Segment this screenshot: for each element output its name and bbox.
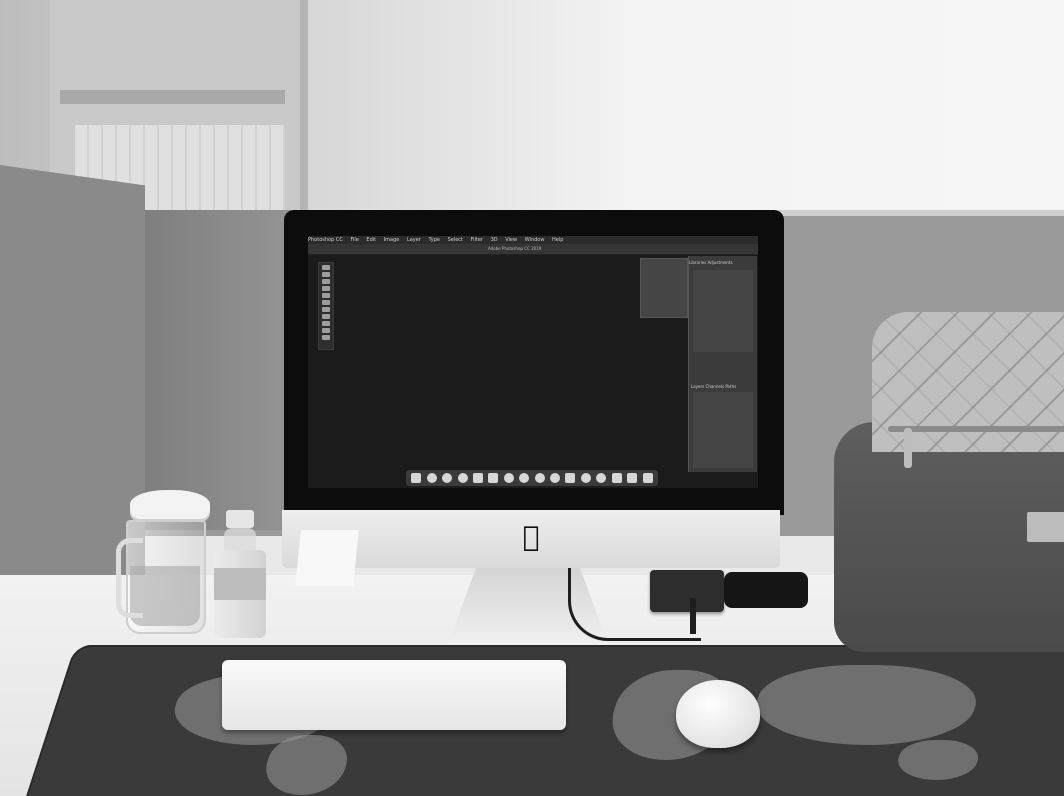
menu-item[interactable]: Window [525,237,545,243]
right-panel-dock: Libraries Adjustments Layers Channels Pa… [688,256,757,472]
layers-tabs: Layers Channels Paths [691,384,736,389]
tab-paths[interactable]: Paths [725,384,736,389]
layers-panel [693,392,753,468]
notes-icon[interactable] [503,473,514,483]
eyedropper-tool-icon[interactable] [322,293,330,298]
app-store-icon[interactable] [580,473,591,483]
menu-item[interactable]: Select [448,237,463,243]
menu-item[interactable]: Filter [471,237,483,243]
tab-libraries[interactable]: Libraries [689,260,706,265]
apple-logo-icon:  [516,521,546,553]
shelf-board [60,90,285,104]
menu-item[interactable]: Photoshop CC [308,237,343,243]
eraser-tool-icon[interactable] [322,314,330,319]
crop-tool-icon[interactable] [322,286,330,291]
menu-item[interactable]: View [505,237,517,243]
photoshop-icon[interactable] [611,473,622,483]
stamp-tool-icon[interactable] [322,307,330,312]
zipper-pull [904,428,912,468]
lasso-tool-icon[interactable] [322,279,330,284]
trackpad [222,660,566,730]
libraries-panel [693,270,753,352]
bottle-cap [226,510,254,528]
monitor-screen: Photoshop CC File Edit Image Layer Type … [308,236,758,488]
safari-icon[interactable] [442,473,453,483]
finder-icon[interactable] [411,473,422,483]
move-tool-icon[interactable] [322,265,330,270]
music-icon[interactable] [565,473,576,483]
brush-tool-icon[interactable] [322,300,330,305]
trash-icon[interactable] [642,473,653,483]
tab-layers[interactable]: Layers [691,384,704,389]
tab-channels[interactable]: Channels [706,384,725,389]
settings-icon[interactable] [596,473,607,483]
mac-dock [406,470,658,486]
contacts-icon[interactable] [473,473,484,483]
menu-item[interactable]: Layer [407,237,421,243]
calendar-icon[interactable] [488,473,499,483]
hand-tool-icon[interactable] [322,335,330,340]
menu-item[interactable]: Type [429,237,440,243]
menu-item[interactable]: Image [384,237,400,243]
backpack-zipper [888,426,1064,432]
partition-shadow [140,210,300,530]
photos-icon[interactable] [534,473,545,483]
gradient-tool-icon[interactable] [322,321,330,326]
mug-handle [116,538,143,618]
map-continent [891,740,985,780]
bottle-label [214,568,266,600]
messages-icon[interactable] [550,473,561,483]
paper-note [295,530,359,586]
map-continent [742,665,989,745]
text-tool-icon[interactable] [322,328,330,333]
marquee-tool-icon[interactable] [322,272,330,277]
mug-lid [130,490,210,522]
glass-mug [116,490,210,648]
folder-icon[interactable] [627,473,638,483]
smartphone [724,572,808,608]
menu-item[interactable]: File [350,237,358,243]
wireless-mouse [676,680,760,748]
power-cable [568,568,701,641]
launchpad-icon[interactable] [426,473,437,483]
menu-item[interactable]: Help [552,237,563,243]
cable-plug [690,598,696,634]
bottle-neck [224,528,256,552]
water-bottle [214,510,266,638]
menu-item[interactable]: Edit [366,237,376,243]
backpack [834,312,1064,652]
panel-tabs: Libraries Adjustments [689,260,733,265]
tools-panel [318,262,334,350]
backpack-brand-tag [1027,512,1064,542]
tab-adjustments[interactable]: Adjustments [708,260,733,265]
mail-icon[interactable] [457,473,468,483]
menu-item[interactable]: 3D [491,237,498,243]
app-menu-bar: Photoshop CC File Edit Image Layer Type … [308,236,758,244]
desk-scene-photo: Photoshop CC File Edit Image Layer Type … [0,0,1064,796]
floating-panel [640,258,688,318]
window-title: Adobe Photoshop CC 2019 [488,246,542,251]
maps-icon[interactable] [519,473,530,483]
